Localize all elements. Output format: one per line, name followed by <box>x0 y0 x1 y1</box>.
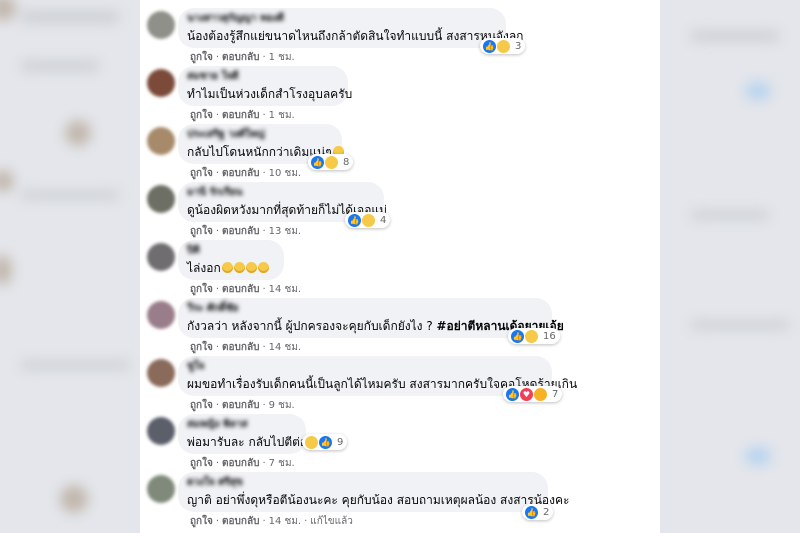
like-reaction-icon: 👍 <box>347 212 362 228</box>
reaction-count: 3 <box>515 40 522 52</box>
like-reaction-icon: 👍 <box>510 328 525 344</box>
avatar[interactable] <box>147 11 175 39</box>
comment-author[interactable]: ดวงใจ ศรีสุข <box>187 475 243 488</box>
avatar[interactable] <box>147 69 175 97</box>
comment-text: ทำไมเป็นห่วงเด็กสำโรงอุบลครับ <box>187 87 353 101</box>
comment-actions: ถูกใจ · ตอบกลับ · 14 ชม. · แก้ไขแล้ว <box>190 516 353 527</box>
reaction-summary[interactable]: 👍 8 <box>308 154 354 170</box>
comment-text: พ่อมารับละ กลับไปตีต่อ <box>187 435 308 449</box>
like-reaction-icon: 👍 <box>524 504 539 520</box>
comment-item: สมชาย ใจดี ทำไมเป็นห่วงเด็กสำโรงอุบลครับ… <box>140 62 660 121</box>
reaction-count: 4 <box>380 214 387 226</box>
avatar[interactable] <box>147 475 175 503</box>
like-reaction-icon: 👍 <box>318 434 333 450</box>
edited-label: แก้ไขแล้ว <box>310 516 353 527</box>
comment-bubble: ดวงใจ ศรีสุข ญาติ อย่าพึ่งดุหรือตีน้องนะ… <box>178 472 569 512</box>
like-reaction-icon: 👍 <box>310 154 325 170</box>
comment-author[interactable]: นางสาวสุกัญญา ทองดี <box>187 11 284 24</box>
sad-reaction-icon <box>361 212 376 228</box>
sad-reaction-icon <box>496 38 511 54</box>
reaction-count: 9 <box>337 436 344 448</box>
haha-reaction-icon <box>533 386 548 402</box>
comment-text: น้องต้องรู้สึกแย่ขนาดไหนถึงกล้าตัดสินใจท… <box>187 29 524 43</box>
comment-item: ประเสริฐ วงศ์ใหญ่ กลับไปโดนหนักกว่าเดิมแ… <box>140 120 660 179</box>
avatar[interactable] <box>147 301 175 329</box>
comment-item: ชูใจ ผมขอทำเรื่องรับเด็กคนนี้เป็นลูกได้ไ… <box>140 352 660 411</box>
like-reaction-icon: 👍 <box>505 386 520 402</box>
like-link[interactable]: ถูกใจ <box>190 516 213 527</box>
reaction-summary[interactable]: 👍 16 <box>508 328 560 344</box>
comment-author[interactable]: มานี รักเรียน <box>187 185 242 198</box>
comment-item: วีระ ศักดิ์ชัย กังวลว่า หลังจากนี้ ผู้ปก… <box>140 294 660 353</box>
avatar[interactable] <box>147 243 175 271</box>
grin-emoji-icon <box>257 262 269 273</box>
reaction-summary[interactable]: 👍 ♥ 7 <box>503 386 563 402</box>
reaction-summary[interactable]: 👍 4 <box>345 212 391 228</box>
reaction-count: 2 <box>543 506 550 518</box>
comment-author[interactable]: ประเสริฐ วงศ์ใหญ่ <box>187 127 265 140</box>
comment-bubble: ชูใจ ผมขอทำเรื่องรับเด็กคนนี้เป็นลูกได้ไ… <box>178 356 577 396</box>
comment-bubble: สมหญิง พิลาส พ่อมารับละ กลับไปตีต่อ <box>178 414 308 454</box>
like-reaction-icon: 👍 <box>482 38 497 54</box>
comments-panel: นางสาวสุกัญญา ทองดี น้องต้องรู้สึกแย่ขนา… <box>140 0 660 533</box>
comment-item: ดวงใจ ศรีสุข ญาติ อย่าพึ่งดุหรือตีน้องนะ… <box>140 468 660 527</box>
avatar[interactable] <box>147 185 175 213</box>
comment-author[interactable]: ชูใจ <box>187 359 205 372</box>
sad-reaction-icon <box>304 434 319 450</box>
sad-reaction-icon <box>324 154 339 170</box>
comment-item: สมหญิง พิลาส พ่อมารับละ กลับไปตีต่อ 👍 9 … <box>140 410 660 469</box>
comment-bubble: นางสาวสุกัญญา ทองดี น้องต้องรู้สึกแย่ขนา… <box>178 8 523 48</box>
comment-author[interactable]: สมชาย ใจดี <box>187 69 239 82</box>
comment-item: นางสาวสุกัญญา ทองดี น้องต้องรู้สึกแย่ขนา… <box>140 4 660 63</box>
reaction-summary[interactable]: 👍 3 <box>480 38 526 54</box>
comment-bubble: ปิติ ไล่งอก <box>178 240 284 280</box>
avatar[interactable] <box>147 417 175 445</box>
grin-emoji-icon <box>245 262 257 273</box>
reaction-summary[interactable]: 👍 9 <box>302 434 348 450</box>
grin-emoji-icon <box>233 262 245 273</box>
comment-author[interactable]: ปิติ <box>187 243 200 256</box>
comment-bubble: วีระ ศักดิ์ชัย กังวลว่า หลังจากนี้ ผู้ปก… <box>178 298 564 338</box>
comment-item: ปิติ ไล่งอก ถูกใจ · ตอบกลับ · 14 ชม. <box>140 236 660 295</box>
heart-reaction-icon: ♥ <box>519 386 534 402</box>
comment-text: ญาติ อย่าพึ่งดุหรือตีน้องนะคะ คุยกับน้อง… <box>187 493 570 507</box>
sad-reaction-icon <box>524 328 539 344</box>
comment-text: ไล่งอก <box>187 259 269 278</box>
comment-time[interactable]: 14 ชม. <box>269 516 301 527</box>
grin-emoji-icon <box>221 262 233 273</box>
avatar[interactable] <box>147 127 175 155</box>
comment-author[interactable]: สมหญิง พิลาส <box>187 417 248 430</box>
reaction-count: 16 <box>543 330 556 342</box>
reaction-count: 7 <box>552 388 559 400</box>
reaction-summary[interactable]: 👍 2 <box>522 504 554 520</box>
comment-item: มานี รักเรียน ดูน้องผิดหวังมากที่สุดท้าย… <box>140 178 660 237</box>
comment-bubble: สมชาย ใจดี ทำไมเป็นห่วงเด็กสำโรงอุบลครับ <box>178 66 352 106</box>
reply-link[interactable]: ตอบกลับ <box>222 516 259 527</box>
avatar[interactable] <box>147 359 175 387</box>
reaction-count: 8 <box>343 156 350 168</box>
comment-author[interactable]: วีระ ศักดิ์ชัย <box>187 301 238 314</box>
